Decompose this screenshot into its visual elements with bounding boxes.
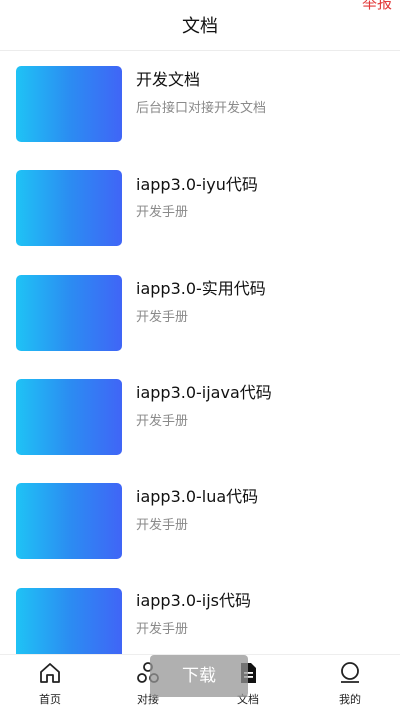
tab-home[interactable]: 首页 [0, 655, 100, 711]
item-thumbnail [16, 483, 122, 559]
item-thumbnail [16, 275, 122, 351]
item-thumbnail [16, 379, 122, 455]
tab-profile[interactable]: 我的 [300, 655, 400, 711]
home-icon [38, 661, 62, 685]
item-thumbnail [16, 170, 122, 246]
document-list[interactable]: 开发文档 后台接口对接开发文档 iapp3.0-iyu代码 开发手册 iapp3… [0, 50, 400, 654]
profile-icon [338, 661, 362, 685]
list-item[interactable]: 开发文档 后台接口对接开发文档 [0, 50, 400, 154]
report-button[interactable]: 举报 [362, 0, 392, 13]
list-item[interactable]: iapp3.0-lua代码 开发手册 [0, 466, 400, 570]
download-toast: 下载 [150, 655, 248, 697]
list-item[interactable]: iapp3.0-ijava代码 开发手册 [0, 362, 400, 466]
item-title: iapp3.0-iyu代码 [136, 175, 258, 194]
item-subtitle: 开发手册 [136, 205, 189, 220]
item-title: iapp3.0-lua代码 [136, 487, 259, 506]
tab-label: 首页 [39, 693, 61, 706]
page-title: 文档 [182, 16, 218, 37]
item-subtitle: 开发手册 [136, 518, 189, 533]
list-item[interactable]: iapp3.0-实用代码 开发手册 [0, 258, 400, 362]
item-subtitle: 开发手册 [136, 310, 189, 325]
item-title: iapp3.0-ijava代码 [136, 383, 272, 402]
item-thumbnail [16, 588, 122, 654]
item-title: iapp3.0-ijs代码 [136, 591, 252, 610]
item-title: 开发文档 [136, 70, 201, 89]
top-bar: 文档 举报 [0, 0, 400, 51]
tab-label: 我的 [339, 693, 361, 706]
item-subtitle: 开发手册 [136, 414, 189, 429]
item-thumbnail [16, 66, 122, 142]
item-subtitle: 后台接口对接开发文档 [136, 101, 267, 116]
item-subtitle: 开发手册 [136, 622, 189, 637]
list-item[interactable]: iapp3.0-ijs代码 开发手册 [0, 570, 400, 654]
list-item[interactable]: iapp3.0-iyu代码 开发手册 [0, 154, 400, 258]
item-title: iapp3.0-实用代码 [136, 279, 266, 298]
